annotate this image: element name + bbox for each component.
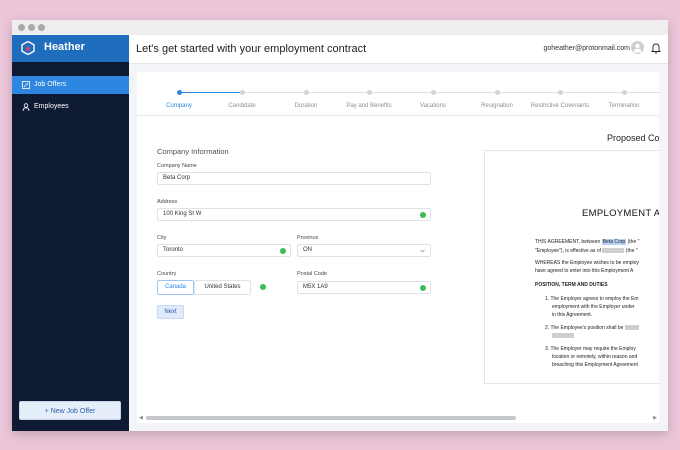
user-email[interactable]: goheather@protonmail.com xyxy=(544,45,631,52)
country-label: Country xyxy=(157,271,177,277)
scrollbar-thumb[interactable] xyxy=(146,416,516,420)
country-option-canada[interactable]: Canada xyxy=(157,280,194,295)
sidebar-item-label: Job Offers xyxy=(34,81,67,88)
step-pay-benefits[interactable]: Pay and Benefits xyxy=(346,103,391,109)
doc-company-highlight: Beta Corp xyxy=(601,239,627,245)
step-dot-vacations[interactable] xyxy=(430,90,436,95)
address-label: Address xyxy=(157,199,178,205)
doc-title: EMPLOYMENT A xyxy=(582,208,659,219)
doc-line: 3. The Employer may require the Employ xyxy=(545,346,636,352)
user-avatar-icon xyxy=(633,43,642,53)
section-title: Company Information xyxy=(157,147,229,156)
province-value: ON xyxy=(303,247,312,253)
bell-icon[interactable] xyxy=(651,42,661,54)
step-dot-candidate[interactable] xyxy=(239,90,245,95)
doc-line: 1. The Employer agrees to employ the Em xyxy=(545,296,639,302)
valid-check-icon xyxy=(280,248,286,254)
doc-text: THIS AGREEMENT, between xyxy=(535,239,601,245)
window-maximize-dot[interactable] xyxy=(38,24,45,31)
valid-check-icon xyxy=(420,212,426,218)
new-job-offer-button[interactable]: + New Job Offer xyxy=(19,401,121,420)
preview-heading: Proposed Co xyxy=(607,133,659,143)
doc-line: WHEREAS the Employee wishes to be employ xyxy=(535,260,639,266)
doc-line xyxy=(552,333,574,339)
doc-text: 2. The Employee's position shall be xyxy=(545,325,624,331)
avatar[interactable] xyxy=(631,41,644,54)
doc-line: breaching this Employment Agreement xyxy=(552,362,638,368)
sidebar-item-job-offers[interactable]: Job Offers xyxy=(12,76,129,94)
heather-logo-icon xyxy=(21,41,35,55)
stepper-track xyxy=(179,92,659,93)
city-label: City xyxy=(157,235,167,241)
scroll-left-icon[interactable]: ◀ xyxy=(139,415,143,421)
window-titlebar xyxy=(12,20,668,35)
address-field[interactable]: 100 King St W xyxy=(157,208,431,221)
scroll-right-icon[interactable]: ▶ xyxy=(653,415,657,421)
postal-code-field[interactable]: M5X 1A9 xyxy=(297,281,431,294)
window-close-dot[interactable] xyxy=(18,24,25,31)
doc-line: employment with the Employer under xyxy=(552,304,635,310)
province-select[interactable]: ON xyxy=(297,244,431,257)
step-company[interactable]: Company xyxy=(166,103,192,109)
step-restrictive-covenants[interactable]: Restrictive Covenants xyxy=(531,103,589,109)
sidebar-item-label: Employees xyxy=(34,103,69,110)
step-termination[interactable]: Termination xyxy=(608,103,639,109)
horizontal-scrollbar[interactable]: ◀ ▶ xyxy=(137,414,659,423)
doc-line: 2. The Employee's position shall be xyxy=(545,325,639,331)
step-resignation[interactable]: Resignation xyxy=(481,103,513,109)
top-bar: Let's get started with your employment c… xyxy=(129,35,668,64)
doc-text: (the " xyxy=(627,239,640,245)
city-value: Toronto xyxy=(163,247,184,253)
step-dot-restrictive-covenants[interactable] xyxy=(557,90,563,95)
step-duration[interactable]: Duration xyxy=(295,103,318,109)
progress-stepper: Company Candidate Duration Pay and Benef… xyxy=(137,72,659,116)
app-name: Heather xyxy=(44,41,85,53)
doc-section-heading: POSITION, TERM AND DUTIES xyxy=(535,282,608,288)
valid-check-icon xyxy=(420,285,426,291)
sidebar-item-employees[interactable]: Employees xyxy=(12,98,129,116)
sidebar: Heather Job Offers Employees + New Job O… xyxy=(12,35,129,431)
step-dot-pay-benefits[interactable] xyxy=(366,90,372,95)
doc-blank xyxy=(624,325,639,331)
province-label: Province xyxy=(297,235,319,241)
step-dot-termination[interactable] xyxy=(621,90,627,95)
step-candidate[interactable]: Candidate xyxy=(228,103,255,109)
company-name-value: Beta Corp xyxy=(163,175,191,181)
step-dot-company[interactable] xyxy=(176,90,182,95)
doc-line: have agreed to enter into this Employmen… xyxy=(535,268,634,274)
stepper-progress xyxy=(179,91,241,93)
doc-line: in this Agreement. xyxy=(552,312,593,318)
company-name-field[interactable]: Beta Corp xyxy=(157,172,431,185)
doc-line: THIS AGREEMENT, between Beta Corp (the " xyxy=(535,239,639,245)
doc-line: location or remotely, within reason and xyxy=(552,354,638,360)
city-field[interactable]: Toronto xyxy=(157,244,291,257)
contract-preview: EMPLOYMENT A THIS AGREEMENT, between Bet… xyxy=(484,150,659,384)
main-area: Let's get started with your employment c… xyxy=(129,35,668,431)
next-button[interactable]: Next xyxy=(157,305,184,319)
edit-icon xyxy=(22,81,30,89)
doc-blank xyxy=(602,248,625,254)
step-vacations[interactable]: Vacations xyxy=(420,103,446,109)
step-dot-duration[interactable] xyxy=(303,90,309,95)
country-option-united-states[interactable]: United States xyxy=(194,280,251,295)
user-icon xyxy=(22,103,30,111)
doc-line: "Employee"), is effective as of (the " xyxy=(535,248,638,254)
postal-code-label: Postal Code xyxy=(297,271,327,277)
contract-card: Company Candidate Duration Pay and Benef… xyxy=(137,72,659,423)
doc-text: "Employee"), is effective as of xyxy=(535,248,601,254)
valid-check-icon xyxy=(260,284,266,290)
postal-code-value: M5X 1A9 xyxy=(303,284,328,290)
window-minimize-dot[interactable] xyxy=(28,24,35,31)
doc-blank xyxy=(552,333,574,339)
brand-header[interactable]: Heather xyxy=(12,35,129,62)
chevron-down-icon xyxy=(420,249,425,253)
doc-text: (the " xyxy=(625,248,638,254)
company-name-label: Company Name xyxy=(157,163,197,169)
address-value: 100 King St W xyxy=(163,211,202,217)
app-window: Heather Job Offers Employees + New Job O… xyxy=(12,20,668,431)
page-title: Let's get started with your employment c… xyxy=(136,43,367,55)
step-dot-resignation[interactable] xyxy=(494,90,500,95)
